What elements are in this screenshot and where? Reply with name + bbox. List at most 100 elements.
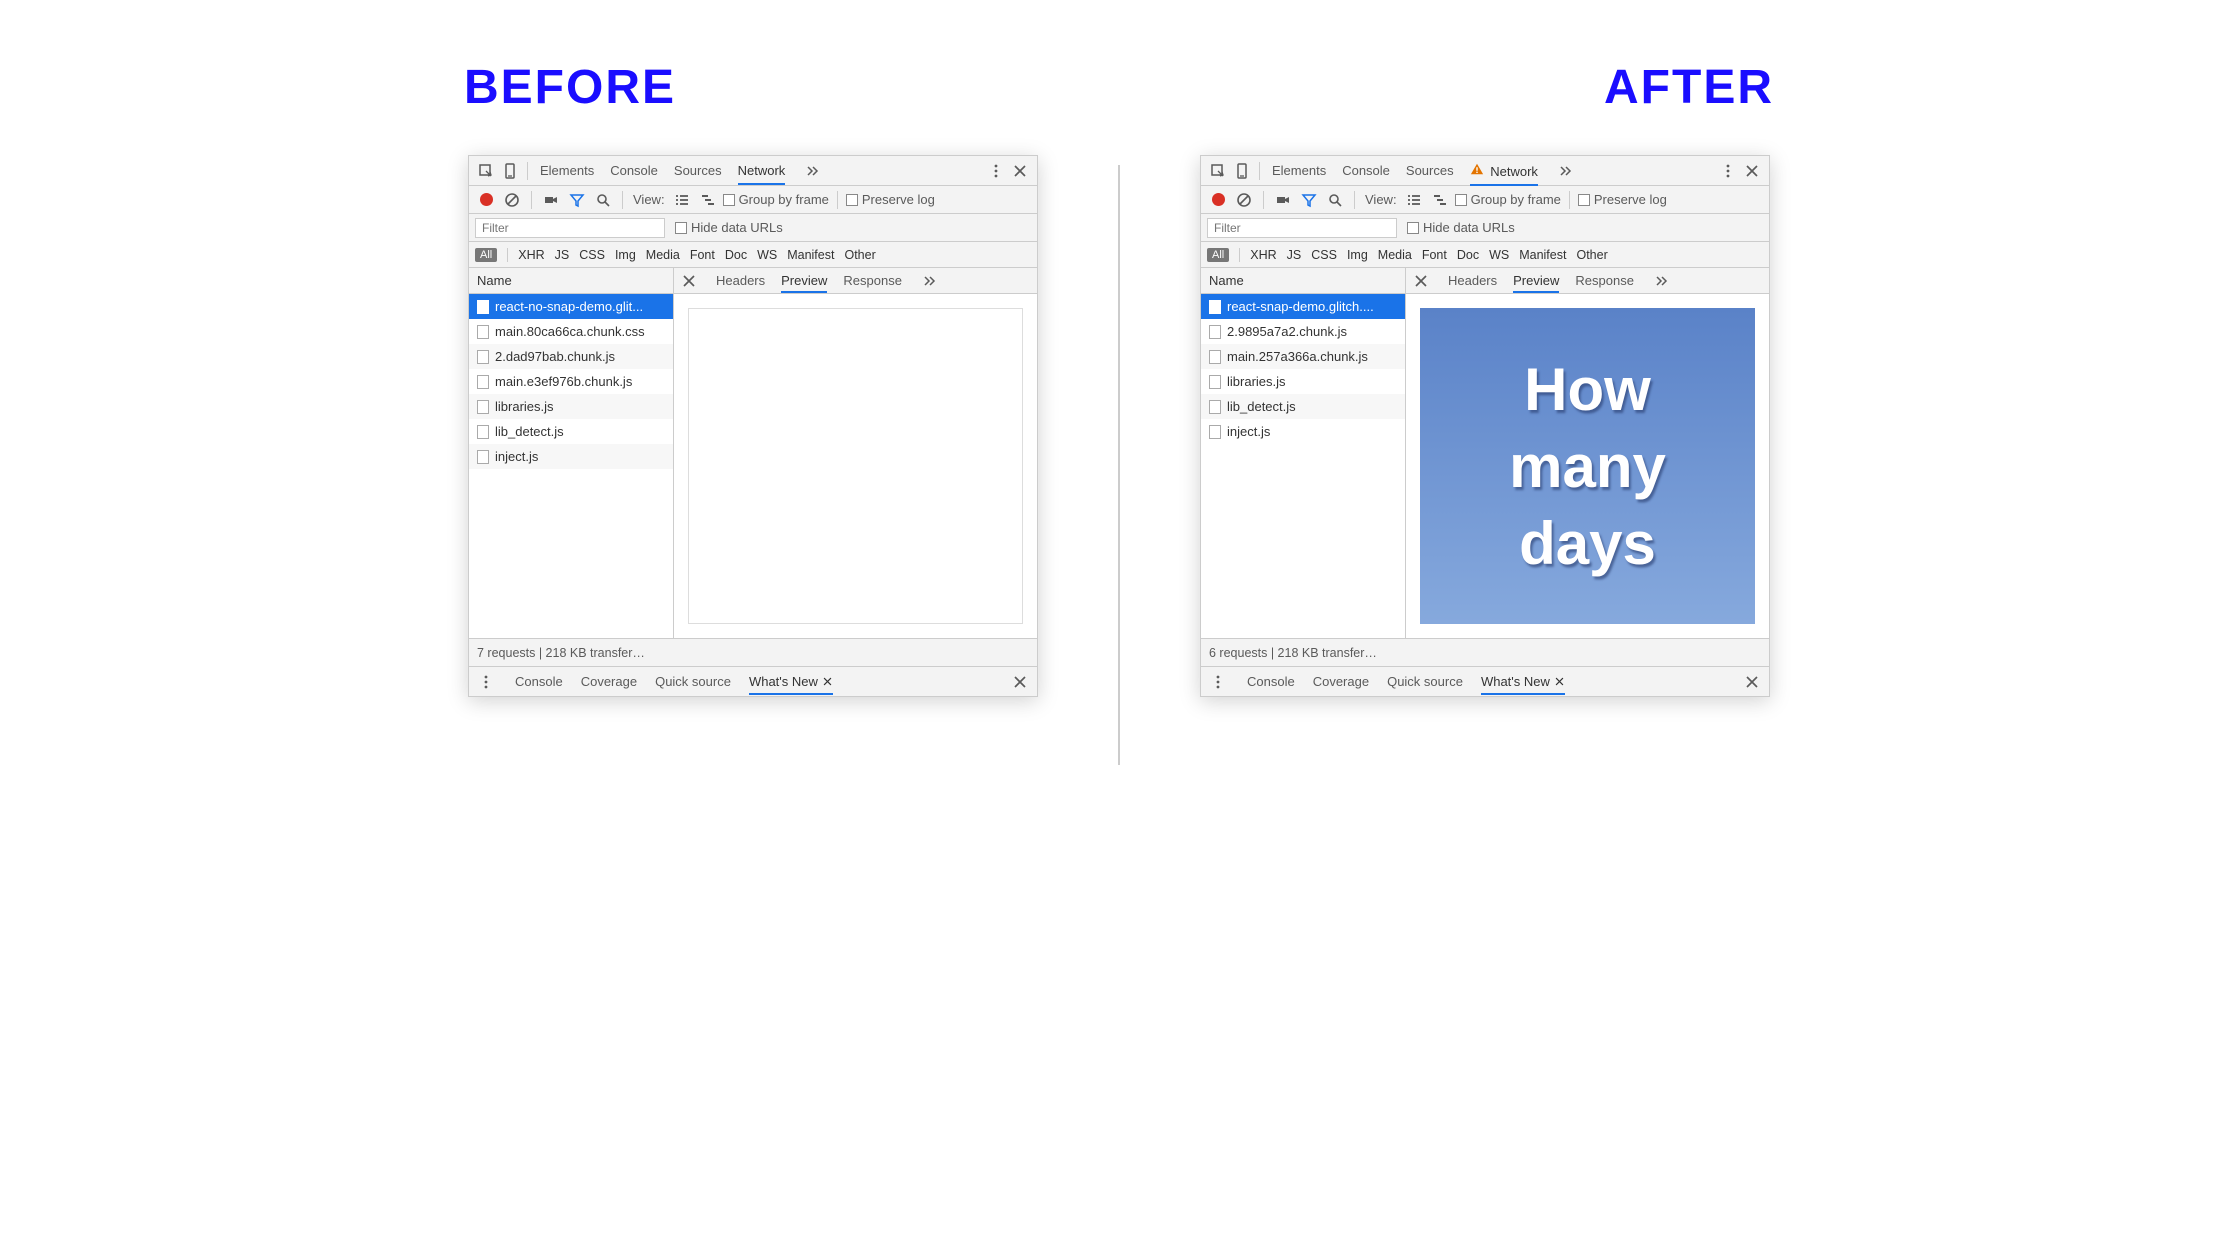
type-filter-css[interactable]: CSS	[1311, 248, 1337, 262]
close-devtools-icon[interactable]	[1741, 160, 1763, 182]
kebab-menu-icon[interactable]	[985, 160, 1007, 182]
tab-network[interactable]: Network	[738, 157, 786, 185]
view-waterfall-icon[interactable]	[1429, 189, 1451, 211]
type-filter-media[interactable]: Media	[1378, 248, 1412, 262]
search-icon[interactable]	[1324, 189, 1346, 211]
device-toggle-icon[interactable]	[499, 160, 521, 182]
type-filter-ws[interactable]: WS	[757, 248, 777, 262]
request-row[interactable]: lib_detect.js	[1201, 394, 1405, 419]
preserve-log-checkbox[interactable]: Preserve log	[846, 192, 935, 207]
detail-tab-preview[interactable]: Preview	[1513, 269, 1559, 293]
detail-tab-response[interactable]: Response	[843, 269, 902, 293]
view-list-icon[interactable]	[1403, 189, 1425, 211]
close-drawer-icon[interactable]	[1741, 671, 1763, 693]
type-filter-css[interactable]: CSS	[579, 248, 605, 262]
screenshot-icon[interactable]	[1272, 189, 1294, 211]
type-filter-all[interactable]: All	[475, 248, 497, 262]
record-button[interactable]	[1207, 189, 1229, 211]
device-toggle-icon[interactable]	[1231, 160, 1253, 182]
request-row[interactable]: libraries.js	[1201, 369, 1405, 394]
type-filter-doc[interactable]: Doc	[725, 248, 747, 262]
type-filter-js[interactable]: JS	[1287, 248, 1302, 262]
filter-toggle-icon[interactable]	[1298, 189, 1320, 211]
kebab-menu-icon[interactable]	[1717, 160, 1739, 182]
type-filter-media[interactable]: Media	[646, 248, 680, 262]
type-filter-ws[interactable]: WS	[1489, 248, 1509, 262]
tab-network[interactable]: Network	[1470, 156, 1538, 186]
type-filter-font[interactable]: Font	[1422, 248, 1447, 262]
detail-tab-response[interactable]: Response	[1575, 269, 1634, 293]
clear-log-icon[interactable]	[501, 189, 523, 211]
close-tab-icon[interactable]	[822, 676, 833, 687]
request-row[interactable]: react-snap-demo.glitch....	[1201, 294, 1405, 319]
request-row[interactable]: main.257a366a.chunk.js	[1201, 344, 1405, 369]
tab-elements[interactable]: Elements	[540, 157, 594, 185]
drawer-menu-icon[interactable]	[475, 671, 497, 693]
request-row[interactable]: 2.9895a7a2.chunk.js	[1201, 319, 1405, 344]
filter-toggle-icon[interactable]	[566, 189, 588, 211]
drawer-tab-console[interactable]: Console	[515, 668, 563, 695]
view-list-icon[interactable]	[671, 189, 693, 211]
screenshot-icon[interactable]	[540, 189, 562, 211]
drawer-tab-quick-source[interactable]: Quick source	[1387, 668, 1463, 695]
clear-log-icon[interactable]	[1233, 189, 1255, 211]
type-filter-font[interactable]: Font	[690, 248, 715, 262]
drawer-tab-whats-new[interactable]: What's New	[1481, 668, 1565, 695]
preview-text-line: days	[1519, 506, 1656, 581]
filter-input[interactable]	[1207, 218, 1397, 238]
record-button[interactable]	[475, 189, 497, 211]
request-row[interactable]: lib_detect.js	[469, 419, 673, 444]
drawer-menu-icon[interactable]	[1207, 671, 1229, 693]
filter-input[interactable]	[475, 218, 665, 238]
hide-data-urls-checkbox[interactable]: Hide data URLs	[675, 220, 783, 235]
hide-data-urls-checkbox[interactable]: Hide data URLs	[1407, 220, 1515, 235]
more-tabs-icon[interactable]	[801, 160, 823, 182]
request-row[interactable]: libraries.js	[469, 394, 673, 419]
inspect-element-icon[interactable]	[1207, 160, 1229, 182]
detail-tab-headers[interactable]: Headers	[1448, 269, 1497, 293]
type-filter-other[interactable]: Other	[1576, 248, 1607, 262]
drawer-tab-console[interactable]: Console	[1247, 668, 1295, 695]
type-filter-manifest[interactable]: Manifest	[787, 248, 834, 262]
type-filter-js[interactable]: JS	[555, 248, 570, 262]
close-tab-icon[interactable]	[1554, 676, 1565, 687]
more-detail-tabs-icon[interactable]	[918, 270, 940, 292]
tab-elements[interactable]: Elements	[1272, 157, 1326, 185]
tab-sources[interactable]: Sources	[1406, 157, 1454, 185]
tab-console[interactable]: Console	[1342, 157, 1390, 185]
request-row[interactable]: main.80ca66ca.chunk.css	[469, 319, 673, 344]
type-filter-xhr[interactable]: XHR	[518, 248, 544, 262]
group-by-frame-checkbox[interactable]: Group by frame	[723, 192, 829, 207]
tab-sources[interactable]: Sources	[674, 157, 722, 185]
drawer-tab-coverage[interactable]: Coverage	[581, 668, 637, 695]
preserve-log-checkbox[interactable]: Preserve log	[1578, 192, 1667, 207]
tab-console[interactable]: Console	[610, 157, 658, 185]
more-tabs-icon[interactable]	[1554, 160, 1576, 182]
close-detail-icon[interactable]	[678, 270, 700, 292]
drawer-tab-quick-source[interactable]: Quick source	[655, 668, 731, 695]
request-row[interactable]: inject.js	[1201, 419, 1405, 444]
type-filter-manifest[interactable]: Manifest	[1519, 248, 1566, 262]
view-waterfall-icon[interactable]	[697, 189, 719, 211]
type-filter-img[interactable]: Img	[615, 248, 636, 262]
request-row[interactable]: inject.js	[469, 444, 673, 469]
request-row[interactable]: main.e3ef976b.chunk.js	[469, 369, 673, 394]
inspect-element-icon[interactable]	[475, 160, 497, 182]
type-filter-other[interactable]: Other	[844, 248, 875, 262]
group-by-frame-checkbox[interactable]: Group by frame	[1455, 192, 1561, 207]
detail-tab-headers[interactable]: Headers	[716, 269, 765, 293]
search-icon[interactable]	[592, 189, 614, 211]
close-drawer-icon[interactable]	[1009, 671, 1031, 693]
type-filter-xhr[interactable]: XHR	[1250, 248, 1276, 262]
type-filter-img[interactable]: Img	[1347, 248, 1368, 262]
request-row[interactable]: react-no-snap-demo.glit...	[469, 294, 673, 319]
request-row[interactable]: 2.dad97bab.chunk.js	[469, 344, 673, 369]
close-devtools-icon[interactable]	[1009, 160, 1031, 182]
type-filter-doc[interactable]: Doc	[1457, 248, 1479, 262]
close-detail-icon[interactable]	[1410, 270, 1432, 292]
drawer-tab-coverage[interactable]: Coverage	[1313, 668, 1369, 695]
detail-tab-preview[interactable]: Preview	[781, 269, 827, 293]
more-detail-tabs-icon[interactable]	[1650, 270, 1672, 292]
type-filter-all[interactable]: All	[1207, 248, 1229, 262]
drawer-tab-whats-new[interactable]: What's New	[749, 668, 833, 695]
